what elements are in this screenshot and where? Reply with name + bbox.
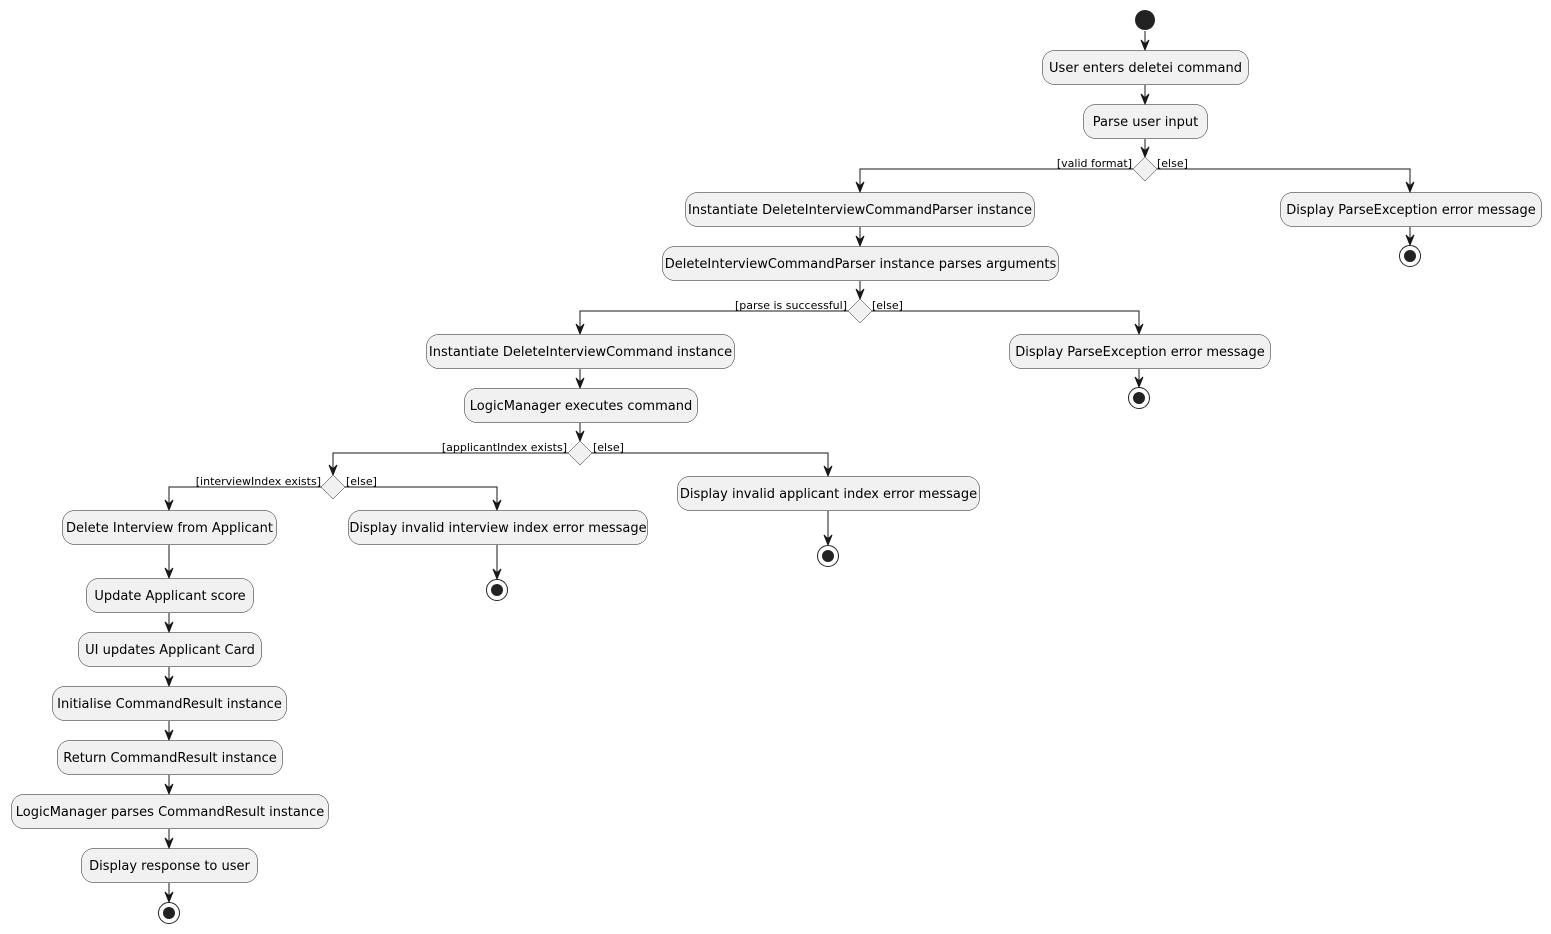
activity-label: LogicManager parses CommandResult instan…: [16, 805, 325, 820]
guard-parse-successful: [parse is successful]: [735, 299, 847, 312]
activity-err-interview: Display invalid interview index error me…: [348, 510, 648, 545]
activity-err-format: Display ParseException error message: [1280, 192, 1542, 227]
activity-inst-parser: Instantiate DeleteInterviewCommandParser…: [685, 192, 1035, 227]
activity-enter: User enters deletei command: [1042, 50, 1249, 85]
flow-arrow: [575, 423, 585, 443]
activity-inst-command: Instantiate DeleteInterviewCommand insta…: [426, 334, 735, 369]
activity-parser-parses: DeleteInterviewCommandParser instance pa…: [662, 246, 1059, 281]
flow-arrow: [164, 613, 174, 634]
flow-arrow: [823, 511, 833, 547]
end-node: [1128, 387, 1150, 409]
decision-interview-index: [320, 474, 346, 500]
flow-arrow: [1140, 139, 1150, 159]
activity-label: Return CommandResult instance: [63, 751, 276, 766]
activity-parse-result: LogicManager parses CommandResult instan…: [11, 794, 329, 829]
activity-label: Update Applicant score: [94, 589, 245, 604]
activity-err-parse: Display ParseException error message: [1009, 334, 1271, 369]
activity-update-score: Update Applicant score: [86, 578, 254, 613]
decision-valid-format: [1132, 156, 1158, 182]
end-node: [486, 579, 508, 601]
end-node: [1399, 245, 1421, 267]
guard-interview-index-exists: [interviewIndex exists]: [196, 475, 321, 488]
activity-return-result: Return CommandResult instance: [57, 740, 283, 775]
decision-applicant-index: [567, 440, 593, 466]
activity-label: Delete Interview from Applicant: [66, 521, 273, 536]
guard-else-format: [else]: [1157, 157, 1188, 170]
flow-arrow: [164, 667, 174, 688]
activity-label: UI updates Applicant Card: [85, 643, 255, 658]
end-node: [817, 545, 839, 567]
flow-arrow: [164, 829, 174, 850]
activity-label: Initialise CommandResult instance: [57, 697, 282, 712]
start-node: [1135, 10, 1155, 30]
flow-arrow: [1140, 31, 1150, 52]
activity-label: DeleteInterviewCommandParser instance pa…: [665, 257, 1057, 272]
flow-arrow: [1140, 85, 1150, 106]
flow-arrow: [872, 310, 1144, 336]
activity-parse-input: Parse user input: [1083, 104, 1208, 139]
flow-arrow: [328, 452, 568, 477]
activity-init-result: Initialise CommandResult instance: [52, 686, 287, 721]
activity-label: User enters deletei command: [1049, 61, 1242, 76]
activity-diagram: User enters deletei command Parse user in…: [11, 10, 1542, 924]
activity-label: Instantiate DeleteInterviewCommand insta…: [429, 345, 732, 360]
decision-parse-success: [847, 298, 873, 324]
flow-arrow: [164, 486, 321, 512]
activity-err-applicant: Display invalid applicant index error me…: [677, 476, 980, 511]
flow-arrow: [345, 486, 502, 512]
flow-arrow: [592, 452, 833, 478]
guard-valid-format: [valid format]: [1057, 157, 1132, 170]
flow-arrow: [164, 545, 174, 580]
activity-label: Parse user input: [1093, 115, 1198, 130]
flow-arrow: [164, 883, 174, 904]
flow-arrow: [855, 168, 1133, 194]
guard-applicant-index-exists: [applicantIndex exists]: [442, 441, 567, 454]
flow-arrow: [164, 721, 174, 742]
flow-arrow: [492, 545, 502, 581]
activity-label: Instantiate DeleteInterviewCommandParser…: [688, 203, 1032, 218]
activity-label: Display invalid interview index error me…: [349, 521, 646, 536]
flow-arrow: [1134, 369, 1144, 389]
guard-else-parse: [else]: [872, 299, 903, 312]
flow-arrow: [1157, 168, 1415, 194]
activity-ui-update: UI updates Applicant Card: [78, 632, 262, 667]
guard-else-interview: [else]: [346, 475, 377, 488]
flow-arrow: [164, 775, 174, 796]
activity-label: Display response to user: [89, 859, 250, 874]
activity-execute: LogicManager executes command: [464, 388, 698, 423]
end-node: [158, 902, 180, 924]
activity-label: LogicManager executes command: [470, 399, 692, 414]
flow-arrow: [855, 227, 865, 248]
activity-delete: Delete Interview from Applicant: [62, 510, 277, 545]
flow-arrow: [1405, 227, 1415, 247]
flow-arrow: [575, 310, 848, 336]
activity-label: Display invalid applicant index error me…: [680, 487, 977, 502]
activity-label: Display ParseException error message: [1015, 345, 1265, 360]
flow-arrow: [575, 369, 585, 390]
activity-label: Display ParseException error message: [1286, 203, 1536, 218]
activity-display-response: Display response to user: [81, 848, 258, 883]
flow-arrow: [855, 281, 865, 301]
guard-else-applicant: [else]: [593, 441, 624, 454]
